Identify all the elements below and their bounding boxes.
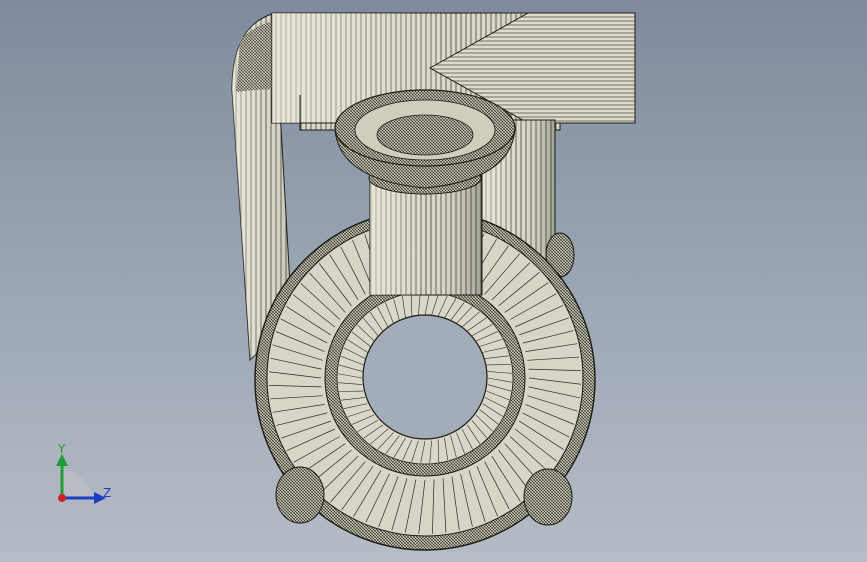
right-boss bbox=[523, 468, 573, 526]
coordinate-triad: Y Z bbox=[50, 440, 120, 510]
center-bore-opening bbox=[362, 314, 488, 440]
graphics-viewport[interactable]: Y Z bbox=[0, 0, 867, 562]
y-axis-label: Y bbox=[58, 442, 66, 456]
z-axis-label: Z bbox=[103, 486, 112, 500]
mesh-model[interactable] bbox=[0, 0, 867, 562]
left-boss bbox=[275, 466, 325, 524]
